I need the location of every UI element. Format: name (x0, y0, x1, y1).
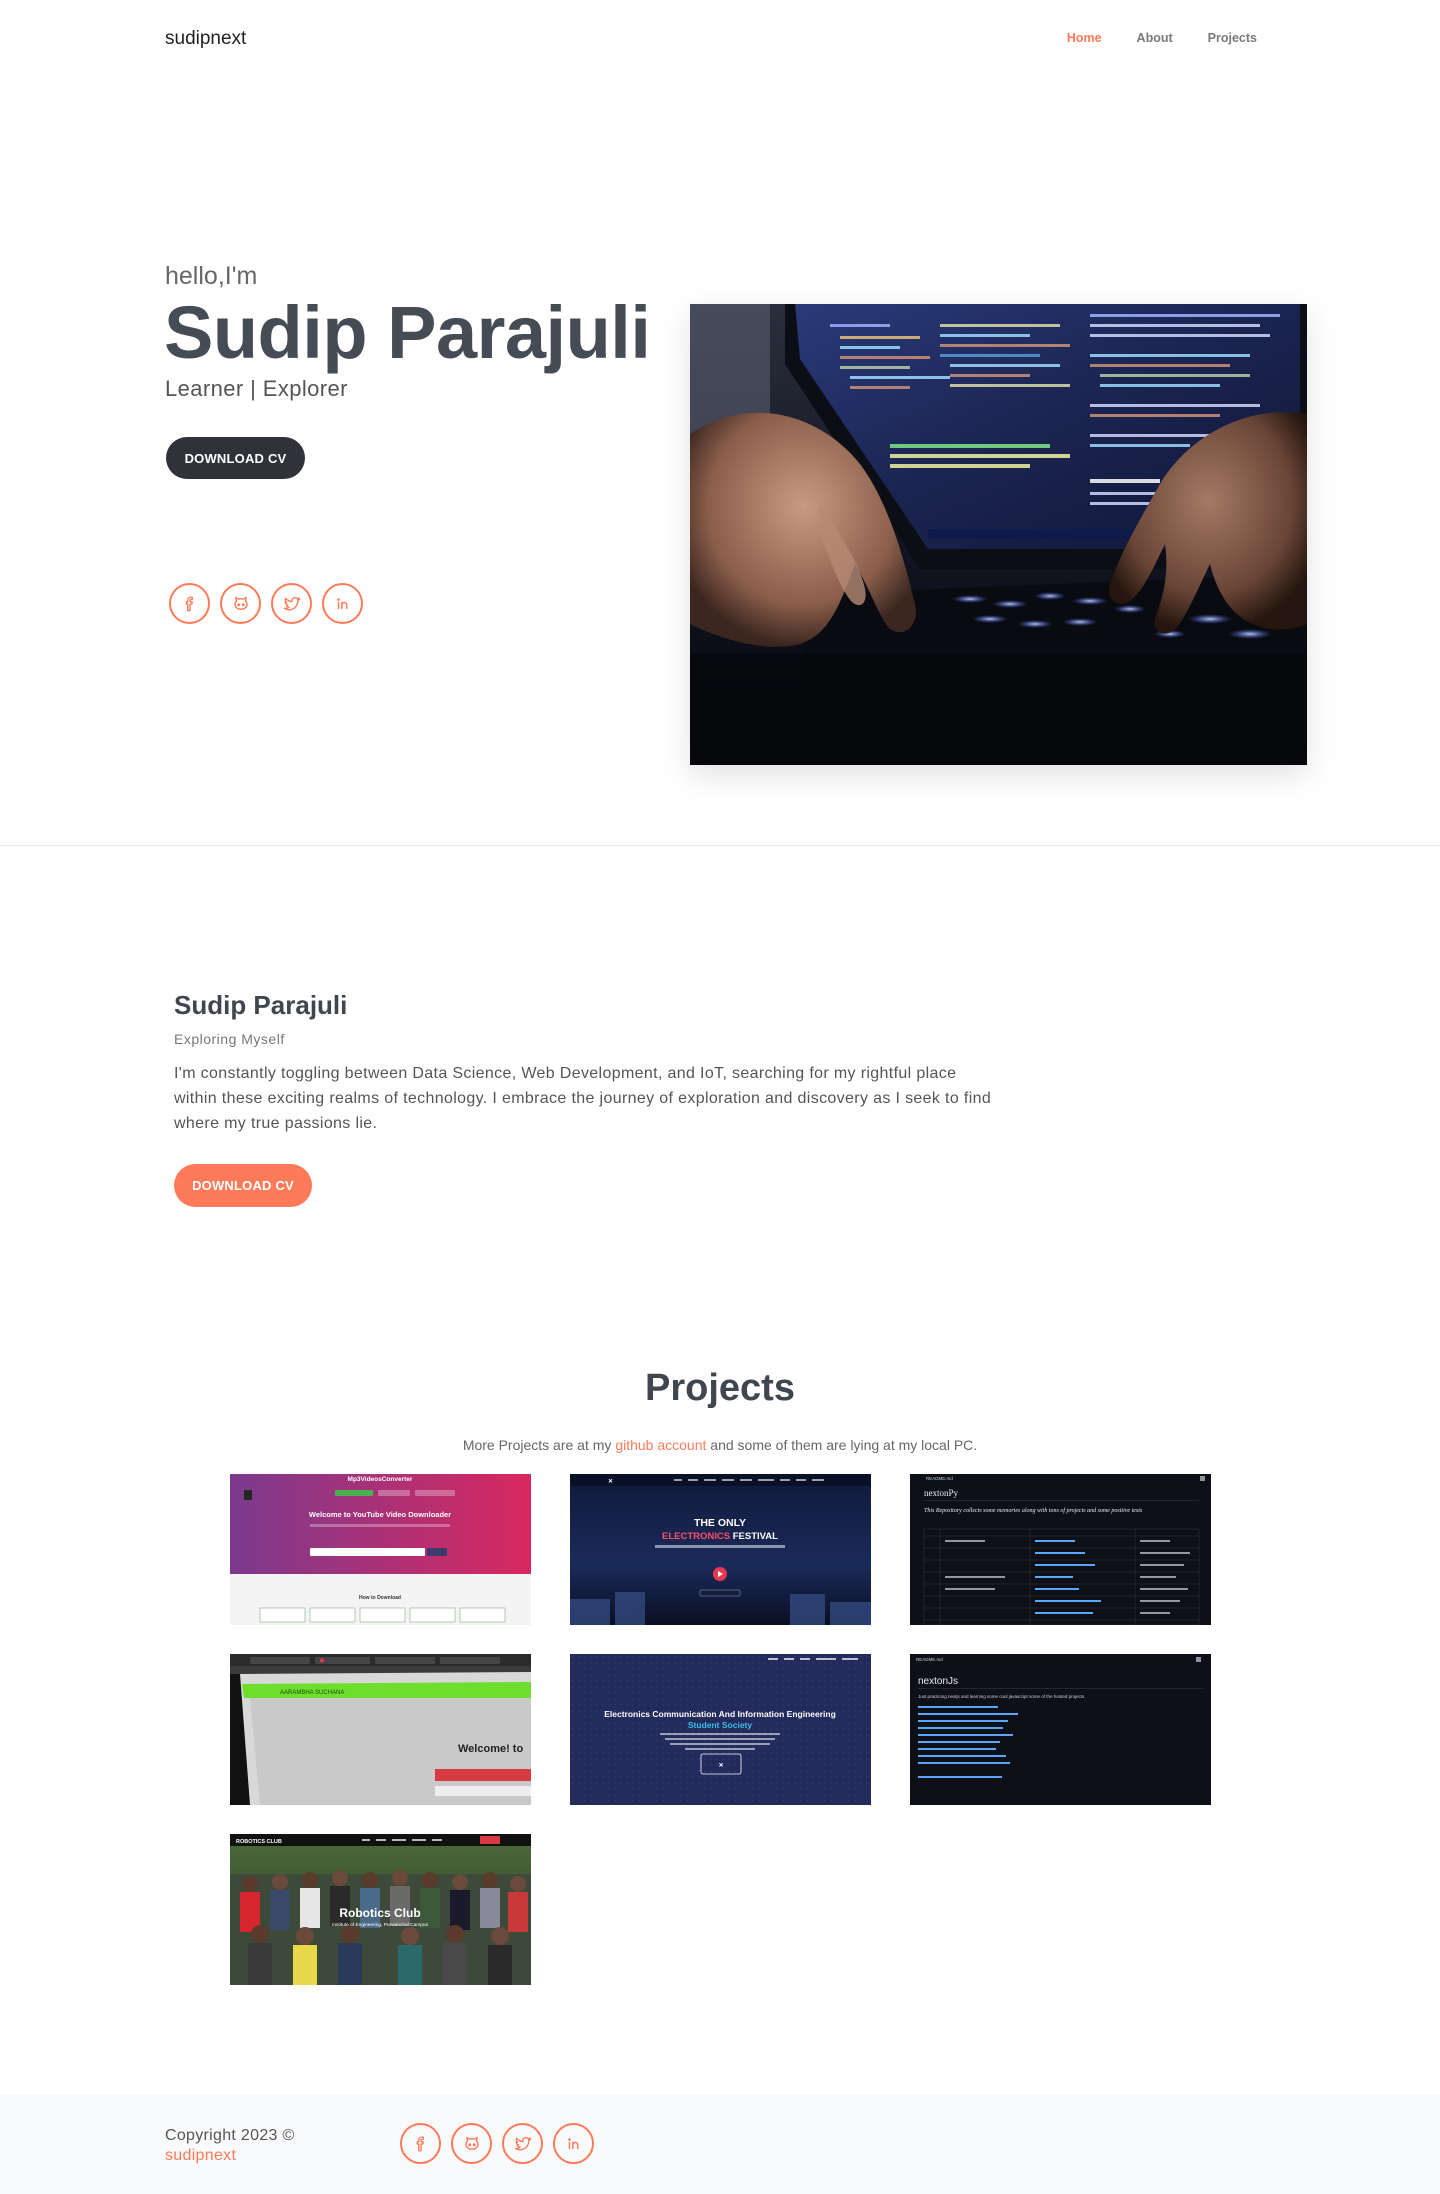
facebook-icon (185, 596, 193, 611)
linkedin-icon (336, 597, 347, 609)
linkedin-link[interactable] (322, 583, 363, 624)
linkedin-icon (567, 2137, 578, 2149)
github-account-link[interactable]: github account (615, 1437, 706, 1453)
about-subtitle: Exploring Myself (174, 1031, 285, 1047)
navbar: sudipnext Home About Projects (0, 0, 1440, 80)
projects-description: More Projects are at my github account a… (0, 1437, 1440, 1453)
project-card-nextonpy[interactable]: README.md nextonPy This Repository colle… (910, 1474, 1211, 1625)
project-1-footer: How to Download (359, 1595, 401, 1601)
nav-link-projects[interactable]: Projects (1208, 31, 1257, 45)
nav-link-about[interactable]: About (1137, 31, 1173, 45)
project-card-mp3-converter[interactable]: Mp3VideosConverter Welcome to YouTube Vi… (230, 1474, 531, 1625)
project-7-subtitle: Institute of Engineering, Purwanchal Cam… (332, 1922, 429, 1928)
project-7-logo: ROBOTICS CLUB (236, 1839, 282, 1845)
project-1-title: Welcome to YouTube Video Downloader (309, 1510, 451, 1519)
project-3-filename: README.md (926, 1476, 953, 1481)
svg-text:✕: ✕ (718, 1762, 723, 1769)
footer-facebook-link[interactable] (400, 2123, 441, 2164)
footer-copyright: Copyright 2023 © (165, 2127, 295, 2144)
project-card-ecie-society[interactable]: Electronics Communication And Informatio… (570, 1654, 871, 1805)
project-card-electronics-festival[interactable]: ✕ THE ONLY ELECTRONICS FESTIVAL (570, 1474, 871, 1625)
footer-linkedin-link[interactable] (553, 2123, 594, 2164)
facebook-icon (416, 2136, 424, 2151)
project-2-highlight: ELECTRONICS (662, 1531, 730, 1542)
about-name: Sudip Parajuli (174, 990, 348, 1020)
hero-download-cv-button[interactable]: DOWNLOAD CV (166, 437, 305, 479)
project-4-title: Welcome! to (458, 1743, 523, 1755)
github-icon (464, 2136, 479, 2150)
svg-text:ELECTRONICS FESTIVAL: ELECTRONICS FESTIVAL (662, 1531, 778, 1542)
github-link[interactable] (220, 583, 261, 624)
footer-brand-link[interactable]: sudipnext (165, 2147, 236, 2165)
hero-name: Sudip Parajuli (164, 291, 651, 374)
project-6-subtitle: Just practicing nextjs and learning some… (918, 1694, 1085, 1699)
hero-social-links (169, 583, 363, 624)
projects-title: Projects (645, 1367, 795, 1409)
footer-social-links (400, 2123, 594, 2164)
svg-text:✕: ✕ (608, 1478, 613, 1485)
footer-twitter-link[interactable] (502, 2123, 543, 2164)
about-text: I'm constantly toggling between Data Sci… (174, 1065, 992, 1132)
about-download-cv-button[interactable]: DOWNLOAD CV (174, 1164, 312, 1207)
nav-link-home[interactable]: Home (1067, 31, 1102, 45)
facebook-link[interactable] (169, 583, 210, 624)
project-6-title: nextonJs (918, 1676, 958, 1687)
project-5-subtitle: Student Society (688, 1720, 753, 1730)
github-icon (233, 596, 248, 610)
project-3-title: nextonPy (924, 1488, 959, 1498)
twitter-icon (514, 2136, 531, 2150)
projects-desc-after: and some of them are lying at my local P… (706, 1437, 978, 1453)
brand-logo[interactable]: sudipnext (165, 28, 246, 50)
project-2-title: THE ONLY (694, 1517, 746, 1529)
twitter-icon (283, 596, 300, 610)
project-6-filename: README.md (916, 1657, 943, 1662)
project-7-title: Robotics Club (339, 1906, 420, 1920)
hero-image-laptop-typing (690, 304, 1307, 765)
project-3-subtitle: This Repository collects some memories a… (924, 1507, 1143, 1514)
twitter-link[interactable] (271, 583, 312, 624)
project-1-heading: Mp3VideosConverter (348, 1476, 413, 1483)
project-card-robotics-club[interactable]: ROBOTICS CLUB Robotics Club Institute of… (230, 1834, 531, 1985)
projects-desc-before: More Projects are at my (462, 1437, 616, 1453)
project-card-aarambha-suchana[interactable]: AARAMBHA SUCHANA Welcome! to (230, 1654, 531, 1805)
project-card-nextonjs[interactable]: README.md nextonJs Just practicing nextj… (910, 1654, 1211, 1805)
project-2-title-end: FESTIVAL (730, 1531, 778, 1542)
hero-greeting: hello,I'm (165, 262, 258, 290)
footer-github-link[interactable] (451, 2123, 492, 2164)
project-5-title: Electronics Communication And Informatio… (604, 1709, 836, 1719)
nav-links: Home About Projects (1067, 31, 1257, 45)
project-4-label: AARAMBHA SUCHANA (280, 1690, 344, 1696)
hero-tagline: Learner | Explorer (165, 376, 348, 401)
